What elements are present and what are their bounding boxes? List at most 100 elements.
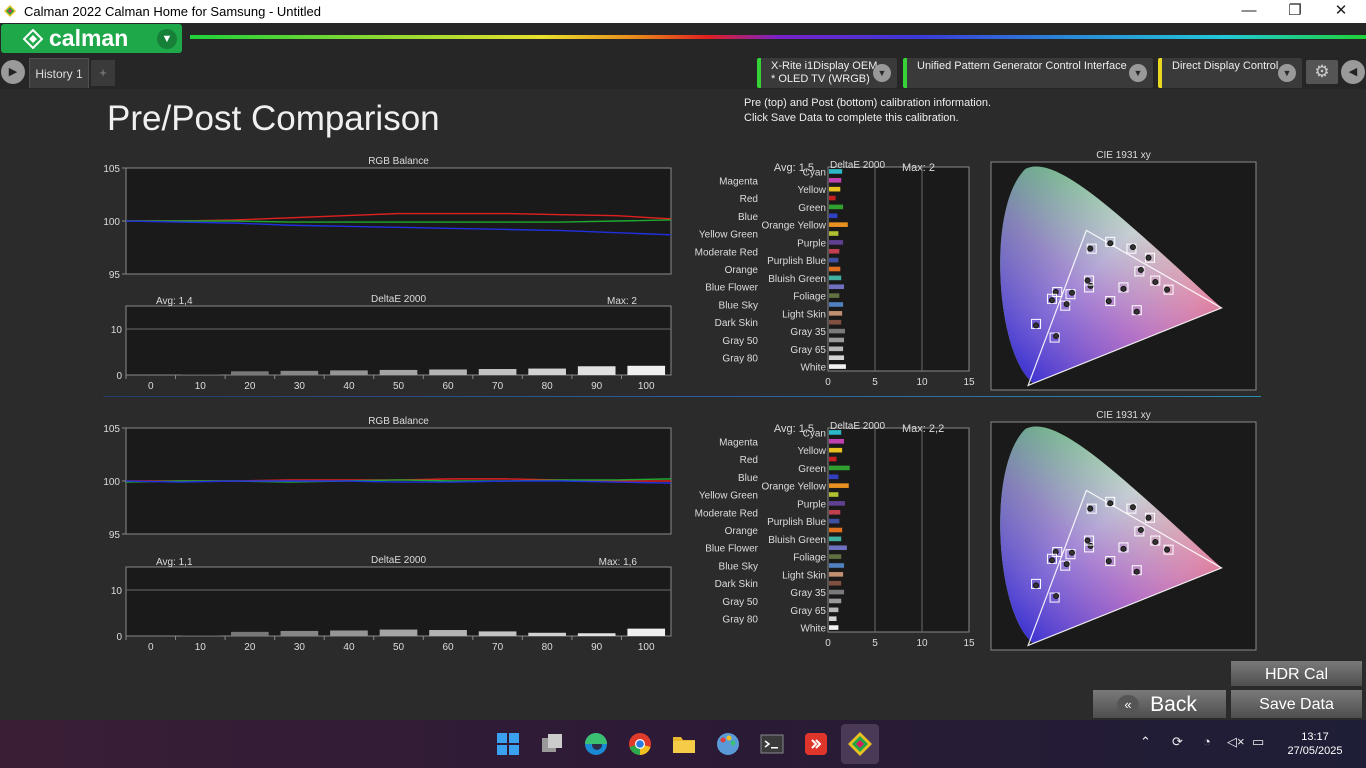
measured-point [1107,500,1114,507]
category-label: Blue Flower [705,283,758,294]
deltae-bar [829,231,839,236]
calman-logo-menu[interactable]: calman ▼ [1,24,182,53]
measured-point [1069,289,1075,296]
anydesk-icon[interactable] [802,730,830,758]
edge-browser-icon[interactable] [582,730,610,758]
deltae-bar [829,284,845,290]
category-label: Blue Sky [719,561,758,572]
file-explorer-icon[interactable] [670,730,698,758]
deltae-bar [829,518,840,524]
back-arrow-icon: « [1117,695,1139,715]
minimize-button[interactable]: — [1226,0,1272,23]
x-tick-label: 10 [195,381,207,392]
measured-point [1145,514,1152,521]
deltae-bar [829,213,838,219]
hdr-cal-button[interactable]: HDR Cal [1230,660,1363,687]
comparison-charts: RGB Balance95100105DeltaE 2000Avg: 1,4 Ma… [103,150,1257,653]
measured-point [1129,504,1136,511]
x-tick-label: 80 [542,381,554,392]
wifi-icon[interactable]: ◔ [1203,734,1211,749]
volume-muted-icon[interactable]: ◁× [1227,734,1245,750]
deltae-bar [829,439,845,444]
window-titlebar: Calman 2022 Calman Home for Samsung - Un… [0,0,1366,23]
category-label: Gray 80 [722,354,758,365]
category-label: Gray 35 [790,327,826,338]
deltae-bar [528,632,566,636]
display-control-selector[interactable]: Direct Display Control ▼ [1158,58,1302,88]
measured-point [1145,254,1152,261]
gear-icon[interactable]: ⚙ [1306,60,1338,84]
category-label: Bluish Green [768,274,826,285]
deltae-bar [379,369,418,375]
deltae-bar [829,589,845,595]
x-tick-label: 0 [148,381,154,392]
close-button[interactable]: ✕ [1318,0,1364,23]
measured-point [1053,333,1060,340]
category-label: Yellow [797,185,826,196]
deltae-bar [231,631,269,636]
pattern-generator-selector[interactable]: Unified Pattern Generator Control Interf… [903,58,1153,88]
deltae-bar [829,625,839,630]
deltae-bar [280,370,319,375]
save-data-button[interactable]: Save Data [1230,689,1363,719]
add-tab-button[interactable]: + [91,60,115,86]
avg-label: Avg: 1,4 [156,296,193,307]
chrome-browser-icon[interactable] [626,730,654,758]
deltae-bar [829,483,849,488]
taskbar-clock[interactable]: 13:17 27/05/2025 [1284,730,1346,758]
x-tick-label: 5 [872,638,878,649]
measured-point [1052,548,1059,555]
category-label: Blue [738,212,758,223]
clock-date: 27/05/2025 [1287,745,1343,757]
collapse-right-arrow-icon[interactable]: ◀ [1341,60,1365,84]
deltae-bar [429,630,467,636]
deltae-bar [829,501,845,506]
category-label: Dark Skin [715,579,758,590]
chevron-down-icon[interactable]: ▼ [157,29,177,49]
category-label: Purple [797,499,826,510]
maximize-button[interactable]: ❐ [1272,0,1318,23]
category-label: Gray 50 [722,336,758,347]
x-tick-label: 0 [825,638,831,649]
category-label: Gray 50 [722,597,758,608]
calman-taskbar-icon[interactable] [846,730,874,758]
category-label: Blue Sky [719,300,758,311]
meter-device-selector[interactable]: X-Rite i1Display OEM * OLED TV (WRGB) ▼ [757,58,897,88]
category-label: Orange Yellow [762,482,827,493]
category-label: Yellow [797,446,826,457]
category-label: White [800,624,826,635]
expand-left-arrow-icon[interactable]: ▶ [1,60,25,84]
deltae-bar [829,257,839,263]
terminal-icon[interactable] [758,730,786,758]
category-label: Orange Yellow [762,221,827,232]
category-label: Bluish Green [768,535,826,546]
category-label: Purple [797,238,826,249]
measured-point [1033,582,1040,589]
category-label: Gray 80 [722,615,758,626]
task-view-icon[interactable] [538,730,566,758]
x-tick-label: 0 [825,377,831,388]
deltae-bar [330,370,368,375]
tab-history-1[interactable]: History 1 [29,58,89,88]
battery-icon[interactable]: ▭ [1252,734,1264,750]
chevron-down-icon[interactable]: ▼ [1129,64,1147,82]
y-tick-label: 105 [103,164,120,175]
paint-icon[interactable] [714,730,742,758]
y-tick-label: 100 [103,217,120,228]
category-label: Blue Flower [705,544,758,555]
x-tick-label: 100 [638,381,655,392]
deltae-bar [829,240,844,245]
chevron-down-icon[interactable]: ▼ [1278,64,1296,82]
category-label: Yellow Green [699,491,758,502]
deltae-bar [829,186,841,192]
deltae-grayscale-plot-area [125,566,672,637]
sync-icon[interactable]: ⟳ [1172,734,1183,750]
category-label: Purplish Blue [767,256,826,267]
windows-start-icon[interactable] [494,730,522,758]
back-button[interactable]: « Back [1092,689,1227,719]
deltae-bar [829,563,845,568]
chevron-down-icon[interactable]: ▼ [873,64,891,82]
deltae-bar [829,527,843,533]
deltae-bar [829,474,839,480]
show-hidden-icons-chevron-up-icon[interactable]: ⌃ [1140,734,1151,750]
